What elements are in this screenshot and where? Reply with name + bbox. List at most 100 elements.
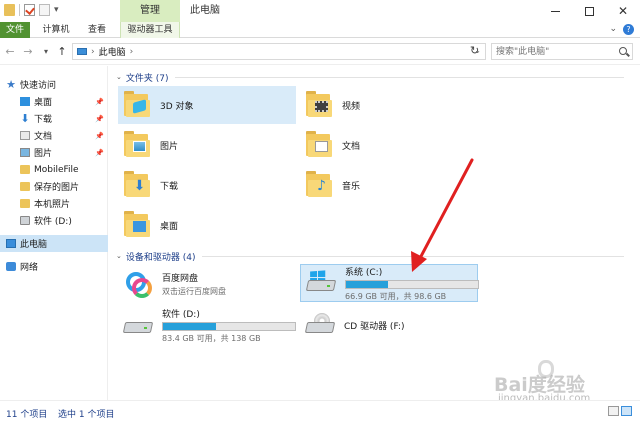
minimize-button[interactable]	[538, 0, 572, 22]
ribbon-tabs: 文件 计算机 查看 驱动器工具 ⌄ ?	[0, 22, 640, 38]
nav-camera-roll[interactable]: 本机照片	[0, 195, 108, 212]
ribbon-controls: ⌄ ?	[609, 24, 634, 35]
download-icon: ⬇	[20, 112, 30, 125]
nav-label: 此电脑	[20, 240, 48, 250]
status-bar: 11 个项目 选中 1 个项目	[0, 400, 640, 422]
refresh-icon[interactable]: ↻	[470, 44, 479, 57]
folder-icon	[20, 165, 30, 174]
breadcrumb-separator-icon[interactable]: ›	[91, 47, 95, 57]
nav-label: 快速访问	[20, 81, 57, 91]
manage-context-tab[interactable]: 管理	[120, 0, 180, 22]
folder-label: 音乐	[342, 181, 361, 192]
address-row: ← → ▾ ↑ › 此电脑 › ⌄ ↻	[0, 39, 640, 65]
selected-count: 选中 1 个项目	[58, 410, 115, 420]
search-icon[interactable]	[619, 47, 627, 55]
customize-toolbar-chevron-icon[interactable]: ▾	[54, 4, 62, 16]
picture-icon	[20, 148, 30, 157]
nav-quick-access[interactable]: ★ 快速访问	[0, 76, 108, 93]
folder-documents[interactable]: 文档	[300, 126, 478, 164]
properties-icon[interactable]	[24, 4, 35, 16]
folder-desktop[interactable]: 桌面	[118, 206, 296, 244]
nav-network[interactable]: 网络	[0, 258, 108, 275]
baidu-netdisk[interactable]: 百度网盘 双击运行百度网盘	[118, 265, 296, 303]
desktop-folder-icon	[124, 211, 154, 239]
recent-locations-chevron-icon[interactable]: ▾	[40, 45, 52, 58]
nav-pictures[interactable]: 图片 📌	[0, 144, 108, 161]
drive-c[interactable]: 系统 (C:) 66.9 GB 可用，共 98.6 GB	[300, 264, 479, 302]
drive-cd[interactable]: CD 驱动器 (F:)	[300, 306, 478, 344]
folder-music[interactable]: ♪ 音乐	[300, 166, 478, 204]
device-label: 系统 (C:)	[345, 267, 383, 278]
pictures-icon	[124, 131, 154, 159]
back-arrow-icon[interactable]: ←	[4, 45, 16, 58]
nav-desktop[interactable]: 桌面 📌	[0, 93, 108, 110]
device-description: 双击运行百度网盘	[162, 287, 226, 296]
group-divider	[174, 76, 624, 78]
tiles-view-icon[interactable]	[621, 406, 632, 416]
nav-documents[interactable]: 文档 📌	[0, 127, 108, 144]
devices-group-header[interactable]: ⌄ 设备和驱动器 (4)	[116, 249, 624, 263]
baidu-netdisk-icon	[122, 271, 156, 298]
folder-pictures[interactable]: 图片	[118, 126, 296, 164]
hard-drive-icon	[122, 312, 156, 338]
nav-label: 文档	[34, 132, 53, 142]
navigation-pane: ★ 快速访问 桌面 📌 ⬇ 下载 📌 文档 📌 图片 📌 MobileFile …	[0, 66, 108, 400]
folder-label: 视频	[342, 101, 361, 112]
folder-label: 下载	[160, 181, 179, 192]
up-arrow-icon[interactable]: ↑	[56, 45, 68, 58]
group-divider	[201, 255, 624, 257]
nav-downloads[interactable]: ⬇ 下载 📌	[0, 110, 108, 127]
computer-icon	[77, 48, 87, 55]
folder-3d-objects[interactable]: 3D 对象	[118, 86, 296, 124]
collapse-chevron-icon[interactable]: ⌄	[116, 73, 122, 81]
nav-label: 图片	[34, 149, 53, 159]
maximize-icon	[584, 6, 594, 16]
3d-objects-icon	[124, 91, 154, 119]
tab-drive-tools[interactable]: 驱动器工具	[120, 22, 180, 38]
nav-mobilefile[interactable]: MobileFile	[0, 161, 108, 178]
drive-d[interactable]: 软件 (D:) 83.4 GB 可用，共 138 GB	[118, 306, 296, 344]
nav-label: 桌面	[34, 98, 53, 108]
nav-drive-d[interactable]: 软件 (D:)	[0, 212, 108, 229]
breadcrumb-this-pc[interactable]: 此电脑	[99, 45, 126, 58]
address-bar[interactable]: › 此电脑 › ⌄	[72, 43, 486, 60]
search-input[interactable]	[492, 44, 612, 59]
folders-group-header[interactable]: ⌄ 文件夹 (7)	[116, 70, 624, 84]
folder-videos[interactable]: 视频	[300, 86, 478, 124]
help-icon[interactable]: ?	[623, 24, 634, 35]
tab-file[interactable]: 文件	[0, 22, 30, 38]
pin-icon: 📌	[95, 131, 104, 140]
maximize-button[interactable]	[572, 0, 606, 22]
drive-usage-fill	[346, 280, 389, 288]
nav-label: 下载	[34, 115, 53, 125]
cd-drive-icon	[304, 312, 338, 338]
close-icon: ✕	[617, 4, 629, 18]
content-pane: ⌄ 文件夹 (7) 3D 对象 视频 图片 文档 ⬇ 下载 ♪ 音乐 桌面 ⌄ …	[112, 66, 632, 400]
music-icon: ♪	[306, 171, 336, 199]
star-icon: ★	[6, 78, 16, 91]
nav-saved-pictures[interactable]: 保存的图片	[0, 178, 108, 195]
expand-ribbon-chevron-icon[interactable]: ⌄	[609, 24, 617, 35]
group-title: 设备和驱动器 (4)	[125, 252, 196, 263]
folder-downloads[interactable]: ⬇ 下载	[118, 166, 296, 204]
toolbar-divider	[19, 4, 20, 16]
forward-arrow-icon[interactable]: →	[22, 45, 34, 58]
tab-view[interactable]: 查看	[80, 22, 114, 38]
desktop-icon	[20, 97, 30, 106]
folder-icon	[20, 199, 30, 208]
view-switcher	[608, 406, 632, 416]
close-button[interactable]: ✕	[606, 0, 640, 22]
collapse-chevron-icon[interactable]: ⌄	[116, 252, 122, 260]
details-view-icon[interactable]	[608, 406, 619, 416]
pin-icon: 📌	[95, 114, 104, 123]
tab-computer[interactable]: 计算机	[34, 22, 78, 38]
new-folder-icon[interactable]	[39, 4, 50, 16]
nav-this-pc[interactable]: 此电脑	[0, 235, 108, 252]
folder-label: 桌面	[160, 221, 179, 232]
folder-label: 图片	[160, 141, 179, 152]
breadcrumb-separator-icon[interactable]: ›	[130, 47, 134, 57]
device-label: 软件 (D:)	[162, 309, 200, 320]
nav-label: MobileFile	[34, 164, 79, 175]
search-box[interactable]	[491, 43, 633, 60]
drive-space: 66.9 GB 可用，共 98.6 GB	[345, 291, 447, 301]
